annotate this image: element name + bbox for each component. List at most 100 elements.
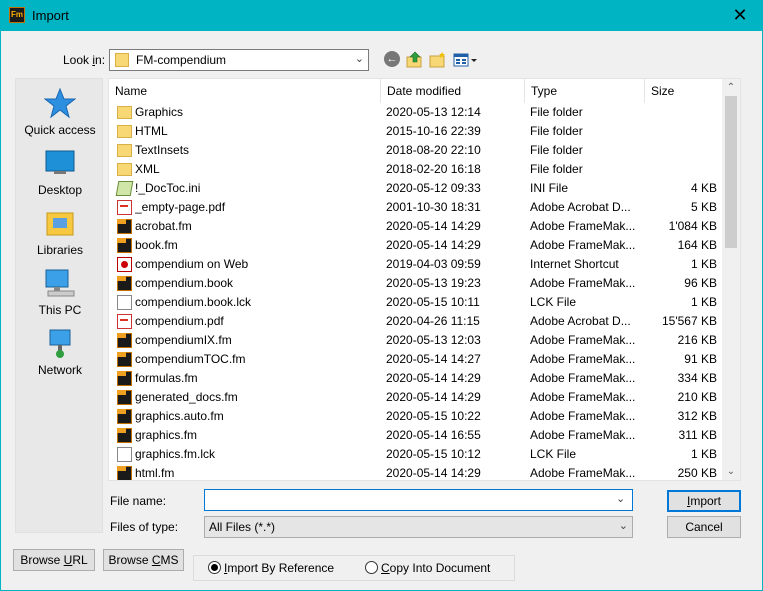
file-size: 210 KB xyxy=(677,390,717,404)
scroll-thumb[interactable] xyxy=(725,96,737,248)
copy-into-document-radio[interactable] xyxy=(365,561,378,574)
import-by-reference-label[interactable]: Import By Reference xyxy=(224,561,334,575)
file-size: 15'567 KB xyxy=(661,314,717,328)
file-row[interactable]: html.fm 2020-05-14 14:29 Adobe FrameMak...… xyxy=(109,464,724,480)
file-date: 2020-05-13 12:14 xyxy=(386,105,481,119)
file-row[interactable]: Graphics 2020-05-13 12:14 File folder xyxy=(109,103,724,122)
file-size: 1'084 KB xyxy=(668,219,717,233)
file-size: 4 KB xyxy=(690,181,717,195)
fm-file-icon xyxy=(117,333,132,348)
file-size: 91 KB xyxy=(684,352,717,366)
file-row[interactable]: acrobat.fm 2020-05-14 14:29 Adobe FrameMak… xyxy=(109,217,724,236)
view-menu-button[interactable] xyxy=(453,51,479,69)
up-folder-icon xyxy=(406,51,422,68)
place-label: Quick access xyxy=(24,123,96,137)
place-quick-access[interactable]: Quick access xyxy=(16,87,104,137)
file-row[interactable]: _empty-page.pdf 2001-10-30 18:31 Adobe Acr… xyxy=(109,198,724,217)
file-name: HTML xyxy=(135,124,168,138)
import-by-reference-radio[interactable] xyxy=(208,561,221,574)
column-header-name[interactable]: Name xyxy=(109,79,381,103)
file-list[interactable]: ^ Name Date modified Type Size Graphics2… xyxy=(108,78,741,481)
fm-file-icon xyxy=(117,390,132,405)
scroll-down-icon[interactable]: ⌄ xyxy=(722,463,740,480)
chevron-down-icon[interactable]: ⌄ xyxy=(616,492,625,505)
fm-file-icon xyxy=(117,276,132,291)
file-type: Adobe FrameMak... xyxy=(530,276,636,290)
file-date: 2020-05-14 14:29 xyxy=(386,238,481,252)
file-date: 2020-05-15 10:22 xyxy=(386,409,481,423)
fm-file-icon xyxy=(117,466,132,480)
vertical-scrollbar[interactable]: ⌃ ⌄ xyxy=(722,79,740,480)
lookin-dropdown[interactable]: FM-compendium ⌄ xyxy=(109,49,369,71)
place-libraries[interactable]: Libraries xyxy=(16,207,104,257)
file-date: 2020-05-14 14:29 xyxy=(386,466,481,480)
scroll-up-icon[interactable]: ⌃ xyxy=(722,79,740,96)
file-row[interactable]: generated_docs.fm 2020-05-14 14:29 Adobe F… xyxy=(109,388,724,407)
file-row[interactable]: graphics.fm.lck 2020-05-15 10:12 LCK File 1… xyxy=(109,445,724,464)
title-bar: Fm Import ✕ xyxy=(0,0,763,31)
file-type: Adobe FrameMak... xyxy=(530,371,636,385)
file-row[interactable]: compendiumTOC.fm 2020-05-14 14:27 Adobe Fr… xyxy=(109,350,724,369)
file-name: compendiumIX.fm xyxy=(135,333,232,347)
copy-into-document-label[interactable]: Copy Into Document xyxy=(381,561,490,575)
place-network[interactable]: Network xyxy=(16,327,104,377)
file-name: compendium.book xyxy=(135,276,234,290)
file-name-input[interactable] xyxy=(204,489,633,511)
pdf-file-icon xyxy=(117,200,132,215)
file-row[interactable]: compendium on Web 2019-04-03 09:59 Interne… xyxy=(109,255,724,274)
import-button[interactable]: Import xyxy=(667,490,741,512)
file-row[interactable]: graphics.auto.fm 2020-05-15 10:22 Adobe Fr… xyxy=(109,407,724,426)
file-name: _empty-page.pdf xyxy=(135,200,226,214)
file-date: 2020-04-26 11:15 xyxy=(386,314,480,328)
file-row[interactable]: book.fm 2020-05-14 14:29 Adobe FrameMak...… xyxy=(109,236,724,255)
up-folder-button[interactable] xyxy=(406,51,424,69)
fm-file-icon xyxy=(117,238,132,253)
place-desktop[interactable]: Desktop xyxy=(16,147,104,197)
file-name: !_DocToc.ini xyxy=(135,181,201,195)
place-this-pc[interactable]: This PC xyxy=(16,267,104,317)
file-date: 2020-05-14 14:27 xyxy=(386,352,481,366)
file-size: 96 KB xyxy=(684,276,717,290)
browse-cms-button[interactable]: Browse CMS xyxy=(103,549,184,571)
file-date: 2020-05-15 10:12 xyxy=(386,447,481,461)
ini-file-icon xyxy=(115,181,134,196)
file-row[interactable]: graphics.fm 2020-05-14 16:55 Adobe FrameMa… xyxy=(109,426,724,445)
new-folder-button[interactable] xyxy=(429,51,447,69)
import-options-group: Import By Reference Copy Into Document xyxy=(193,555,515,581)
computer-icon xyxy=(44,267,76,299)
file-row[interactable]: HTML 2015-10-16 22:39 File folder xyxy=(109,122,724,141)
file-type: Adobe FrameMak... xyxy=(530,390,636,404)
column-header-type[interactable]: Type xyxy=(525,79,645,103)
file-date: 2020-05-13 12:03 xyxy=(386,333,481,347)
column-header-date[interactable]: Date modified xyxy=(381,79,525,103)
file-name: Graphics xyxy=(135,105,184,119)
file-row[interactable]: compendiumIX.fm 2020-05-13 12:03 Adobe Fra… xyxy=(109,331,724,350)
file-date: 2001-10-30 18:31 xyxy=(386,200,481,214)
file-name: compendiumTOC.fm xyxy=(135,352,246,366)
file-type: File folder xyxy=(530,124,583,138)
file-type: Adobe FrameMak... xyxy=(530,333,636,347)
file-row[interactable]: formulas.fm 2020-05-14 14:29 Adobe FrameMa… xyxy=(109,369,724,388)
file-row[interactable]: TextInsets 2018-08-20 22:10 File folder xyxy=(109,141,724,160)
fm-file-icon xyxy=(117,352,132,367)
file-date: 2020-05-14 16:55 xyxy=(386,428,481,442)
files-of-type-select[interactable]: All Files (*.*) ⌄ xyxy=(204,516,633,538)
browse-url-button[interactable]: Browse URL xyxy=(13,549,95,571)
file-row[interactable]: !_DocToc.ini 2020-05-12 09:33 INI File 4 KB xyxy=(109,179,724,198)
file-type: Adobe FrameMak... xyxy=(530,352,636,366)
cancel-button[interactable]: Cancel xyxy=(667,516,741,538)
file-row[interactable]: XML 2018-02-20 16:18 File folder xyxy=(109,160,724,179)
file-row[interactable]: compendium.book.lck 2020-05-15 10:11 LCK F… xyxy=(109,293,724,312)
column-header-size[interactable]: Size xyxy=(645,79,725,103)
file-row[interactable]: compendium.pdf 2020-04-26 11:15 Adobe Acro… xyxy=(109,312,724,331)
file-type: Adobe FrameMak... xyxy=(530,428,636,442)
back-button[interactable]: ← xyxy=(384,51,402,69)
file-size: 250 KB xyxy=(677,466,717,480)
file-name: formulas.fm xyxy=(135,371,198,385)
file-date: 2020-05-13 19:23 xyxy=(386,276,481,290)
new-folder-icon xyxy=(429,52,445,68)
file-type: Adobe Acrobat D... xyxy=(530,314,631,328)
file-row[interactable]: compendium.book 2020-05-13 19:23 Adobe Fra… xyxy=(109,274,724,293)
close-icon[interactable]: ✕ xyxy=(717,0,763,31)
web-file-icon xyxy=(117,257,132,272)
